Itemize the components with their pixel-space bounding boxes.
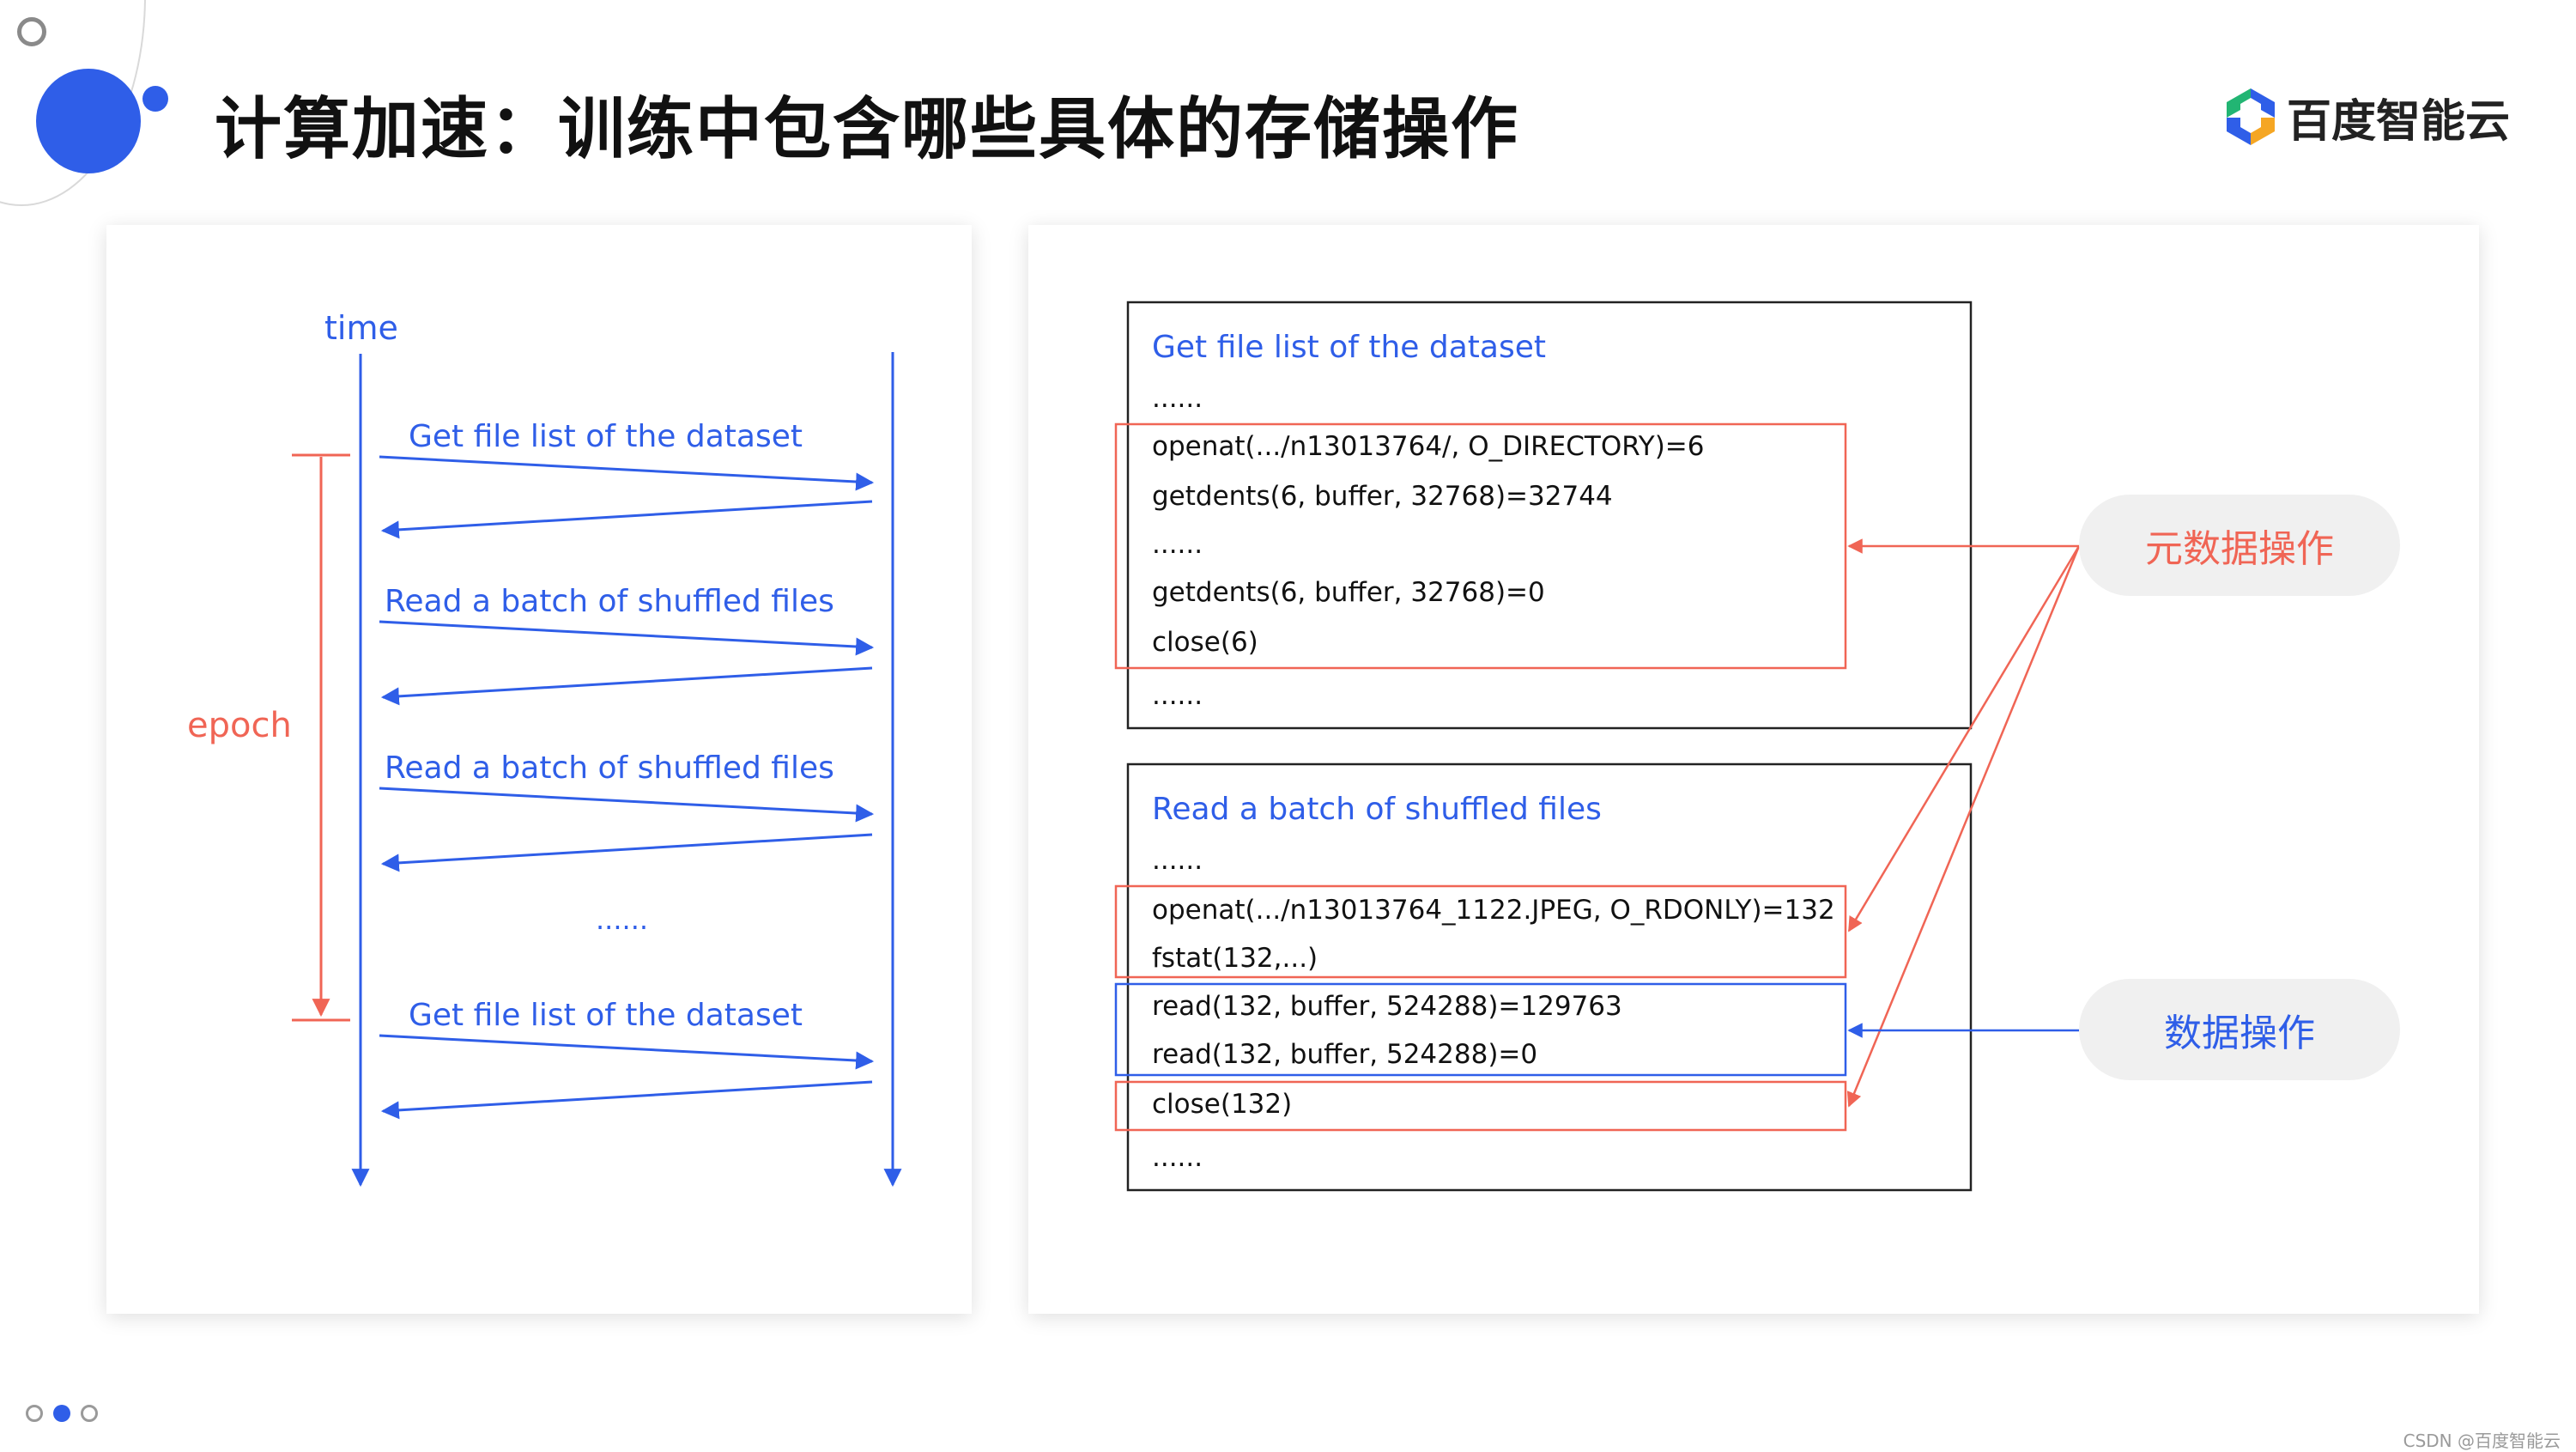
timeline-step-label: Read a batch of shuffled files	[385, 584, 834, 619]
request-arrow	[379, 620, 875, 656]
request-arrow	[379, 455, 875, 491]
diagram-canvas: time epoch Get file list of the dataset …	[187, 301, 2081, 1192]
response-arrow	[380, 666, 873, 706]
timeline-step-label: Get file list of the dataset	[409, 998, 803, 1033]
trace-box-file-list	[1126, 301, 1973, 730]
trace-line: read(132, buffer, 524288)=129763	[1152, 991, 1622, 1022]
trace-line: read(132, buffer, 524288)=0	[1152, 1039, 1537, 1070]
epoch-label: epoch	[187, 706, 292, 745]
pager-dot-active[interactable]	[53, 1405, 70, 1422]
trace-line: ......	[1152, 1142, 1203, 1173]
timeline-ellipsis: ......	[596, 903, 648, 936]
metadata-arrow	[1846, 545, 2081, 1108]
metadata-arrow	[1847, 545, 2081, 933]
trace-line: close(132)	[1152, 1089, 1292, 1120]
timeline-step-label: Get file list of the dataset	[409, 419, 803, 454]
trace-line: ......	[1152, 529, 1203, 560]
timeline-step-label: Read a batch of shuffled files	[385, 750, 834, 786]
trace-line: ......	[1152, 845, 1203, 876]
trace-line: ......	[1152, 680, 1203, 711]
data-operations-label: 数据操作	[2164, 1012, 2315, 1055]
request-arrow	[379, 787, 875, 823]
metadata-operations-label: 元数据操作	[2145, 527, 2334, 571]
time-axis-label: time	[324, 309, 398, 347]
pager-dot[interactable]	[81, 1405, 98, 1422]
pager-dot[interactable]	[26, 1405, 43, 1422]
trace-line: openat(.../n13013764/, O_DIRECTORY)=6	[1152, 431, 1705, 462]
trace-line: close(6)	[1152, 627, 1258, 658]
metadata-operations-bubble: 元数据操作	[2079, 495, 2400, 596]
trace-line: openat(.../n13013764_1122.JPEG, O_RDONLY…	[1152, 895, 1835, 926]
trace-title: Get file list of the dataset	[1152, 330, 1546, 365]
trace-line: fstat(132,...)	[1152, 943, 1318, 974]
trace-line: getdents(6, buffer, 32768)=0	[1152, 577, 1545, 608]
request-arrow	[379, 1034, 875, 1070]
trace-line: getdents(6, buffer, 32768)=32744	[1152, 481, 1613, 512]
data-operations-bubble: 数据操作	[2079, 979, 2400, 1080]
slide-pager	[26, 1405, 98, 1422]
trace-line: ......	[1152, 383, 1203, 414]
response-arrow	[380, 1080, 873, 1120]
trace-title: Read a batch of shuffled files	[1152, 792, 1602, 827]
watermark: CSDN @百度智能云	[2403, 1431, 2561, 1451]
response-arrow	[380, 833, 873, 872]
response-arrow	[380, 500, 873, 539]
